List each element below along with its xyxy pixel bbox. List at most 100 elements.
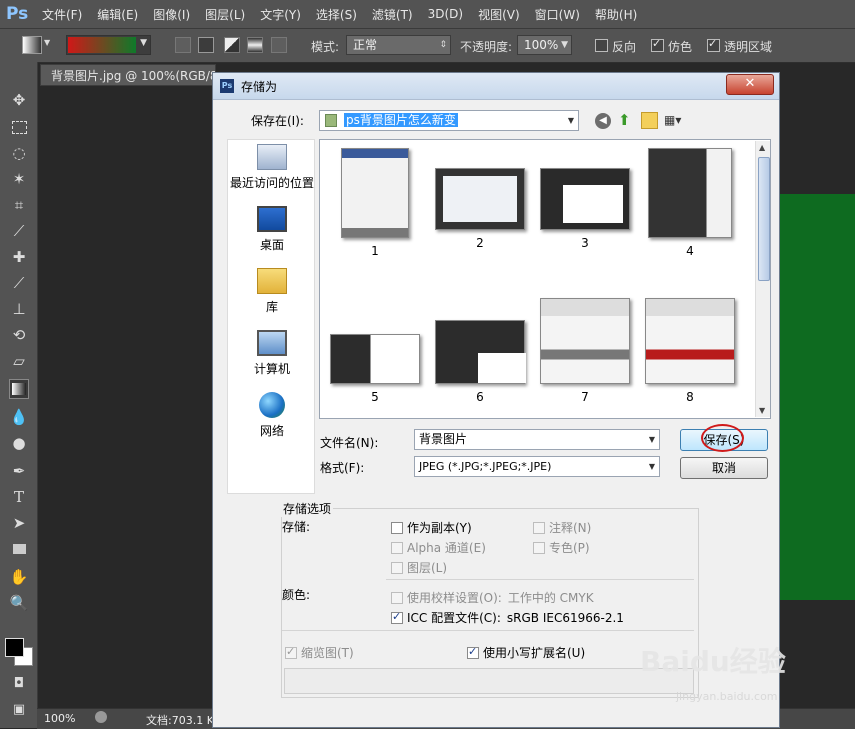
save-in-label: 保存在(I): [251,114,304,128]
menu-edit[interactable]: 编辑(E) [97,6,138,23]
file-item[interactable]: 2 [435,168,525,250]
gradient-picker[interactable]: ▼ [66,35,151,55]
menu-filter[interactable]: 滤镜(T) [372,6,413,23]
alpha-checkbox[interactable]: Alpha 通道(E) [391,539,486,556]
new-folder-button[interactable] [641,112,658,129]
place-recent[interactable]: 最近访问的位置 [228,144,316,191]
opacity-input[interactable]: 100% ▼ [517,35,572,55]
as-copy-checkbox[interactable]: 作为副本(Y) [391,519,472,536]
proof-checkbox[interactable]: 使用校样设置(O): 工作中的 CMYK [391,589,594,606]
document-tab[interactable]: 背景图片.jpg @ 100%(RGB/8) [40,64,216,86]
save-in-select[interactable]: ps背景图片怎么新变 ▼ [319,110,579,131]
chevron-down-icon: ▼ [567,116,574,125]
scroll-up-icon[interactable]: ▲ [759,143,765,152]
mode-label: 模式: [311,40,340,54]
magic-wand-tool-icon[interactable]: ✶ [9,169,29,189]
menu-type[interactable]: 文字(Y) [260,6,301,23]
file-item[interactable]: 7 [540,298,630,404]
reverse-checkbox[interactable] [595,38,608,52]
file-list[interactable]: 1 2 3 4 5 6 7 8 ▲ ▼ [319,139,771,419]
file-thumbnail [341,148,409,238]
reflected-gradient-button[interactable] [247,37,263,53]
linear-gradient-button[interactable] [175,37,191,53]
file-item[interactable]: 6 [435,320,526,404]
menu-file[interactable]: 文件(F) [42,6,82,23]
up-folder-button[interactable]: ⬆ [618,112,635,129]
places-bar: 最近访问的位置 桌面 库 计算机 网络 [227,139,315,494]
thumbnail-label: 缩览图(T) [301,646,354,660]
dither-checkbox[interactable] [651,37,664,52]
format-select[interactable]: JPEG (*.JPG;*.JPEG;*.JPE) ▼ [414,456,660,477]
file-item[interactable]: 1 [330,148,420,258]
healing-brush-tool-icon[interactable]: ✚ [9,247,29,267]
stamp-tool-icon[interactable]: ⊥ [9,299,29,319]
crop-tool-icon[interactable]: ⌗ [9,195,29,215]
menu-image[interactable]: 图像(I) [153,6,190,23]
mode-select[interactable]: 正常 ⇕ [346,35,451,55]
view-menu-button[interactable]: ▦▾ [664,113,690,129]
scroll-thumb[interactable] [758,157,770,281]
place-network[interactable]: 网络 [228,392,316,439]
file-item[interactable]: 8 [645,298,735,404]
notes-checkbox[interactable]: 注释(N) [533,519,591,536]
close-button[interactable]: ✕ [726,74,774,95]
place-computer[interactable]: 计算机 [228,330,316,377]
transparency-label: 透明区域 [724,40,773,54]
screen-mode-icon[interactable]: ▣ [9,700,29,720]
eraser-tool-icon[interactable]: ▱ [9,351,29,371]
hand-tool-icon[interactable]: ✋ [9,567,29,587]
status-menu-icon[interactable] [95,711,107,723]
type-tool-icon[interactable]: T [9,487,29,507]
folder-icon [325,114,337,127]
save-options-group: 存储选项 存储: 作为副本(Y) 注释(N) Alpha 通道(E) 专色(P)… [281,500,699,698]
blur-tool-icon[interactable]: 💧 [9,407,29,427]
lowercase-ext-checkbox[interactable]: 使用小写扩展名(U) [467,644,585,661]
menu-help[interactable]: 帮助(H) [595,6,637,23]
layers-checkbox[interactable]: 图层(L) [391,559,447,576]
icc-checkbox[interactable]: ICC 配置文件(C): sRGB IEC61966-2.1 [391,609,624,626]
foreground-color-swatch[interactable] [5,638,24,657]
dodge-tool-icon[interactable]: ● [9,433,29,453]
filename-input[interactable]: 背景图片 ▼ [414,429,660,450]
brush-tool-icon[interactable]: ⟋ [9,273,29,293]
pen-tool-icon[interactable]: ✒ [9,461,29,481]
gradient-tool-preset-icon[interactable] [22,36,42,54]
move-tool-icon[interactable]: ✥ [9,90,29,110]
gradient-tool-icon[interactable] [9,379,29,399]
format-label: 格式(F): [320,461,365,475]
place-library[interactable]: 库 [228,268,316,315]
marquee-tool-icon[interactable] [9,117,29,137]
diamond-gradient-button[interactable] [271,37,287,53]
scroll-down-icon[interactable]: ▼ [759,406,765,415]
menu-window[interactable]: 窗口(W) [535,6,580,23]
lasso-tool-icon[interactable]: ◌ [9,143,29,163]
path-selection-tool-icon[interactable]: ➤ [9,513,29,533]
spot-checkbox[interactable]: 专色(P) [533,539,590,556]
radial-gradient-button[interactable] [198,37,214,53]
rectangle-tool-icon[interactable] [9,539,29,559]
menu-layer[interactable]: 图层(L) [205,6,245,23]
file-item[interactable]: 3 [540,168,630,250]
place-desktop[interactable]: 桌面 [228,206,316,253]
history-brush-tool-icon[interactable]: ⟲ [9,325,29,345]
angle-gradient-button[interactable] [224,37,240,53]
eyedropper-tool-icon[interactable]: ⟋ [9,221,29,241]
dialog-titlebar[interactable]: Ps 存储为 ✕ [213,73,779,100]
file-item[interactable]: 4 [645,148,735,258]
lowercase-ext-label: 使用小写扩展名(U) [483,646,586,660]
menu-select[interactable]: 选择(S) [316,6,357,23]
file-item[interactable]: 5 [330,334,420,404]
quick-mask-icon[interactable]: ◘ [9,674,29,694]
tool-preset-arrow-icon[interactable]: ▼ [44,38,50,47]
cancel-button[interactable]: 取消 [680,457,768,479]
thumbnail-checkbox[interactable]: 缩览图(T) [285,644,354,661]
zoom-tool-icon[interactable]: 🔍 [9,593,29,613]
transparency-checkbox[interactable] [707,37,720,52]
document-canvas[interactable] [775,194,855,600]
file-list-scrollbar[interactable]: ▲ ▼ [755,141,770,417]
menu-3d[interactable]: 3D(D) [428,7,463,21]
zoom-level[interactable]: 100% [44,712,75,725]
mode-select-value: 正常 [353,38,378,52]
menu-view[interactable]: 视图(V) [478,6,520,23]
back-button[interactable]: ◀ [595,113,611,129]
